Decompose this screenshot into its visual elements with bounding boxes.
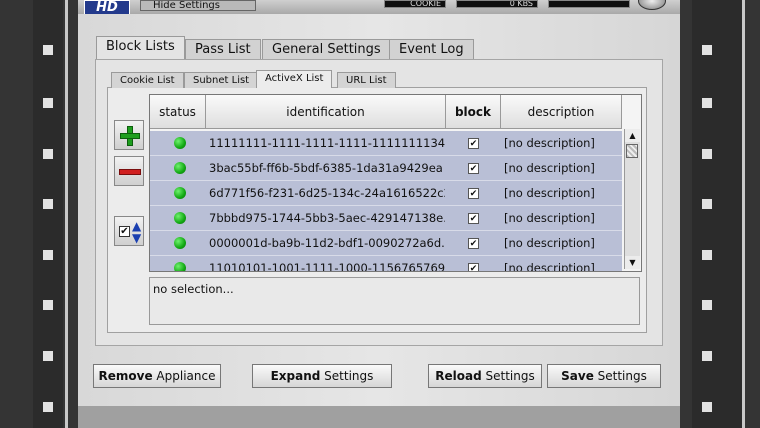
row-description: [no description] [504,136,595,150]
table-row[interactable]: 6d771f56-f231-6d25-134c-24a1616522c2 ✔ [… [150,181,622,206]
toggle-block-button[interactable]: ✔ ▲ ▼ [114,216,144,246]
remove-appliance-button[interactable]: Remove Appliance [93,364,221,388]
activex-table: status identification block description … [149,94,642,272]
block-checkbox[interactable]: ✔ [468,138,479,149]
row-description: [no description] [504,261,595,272]
status-ok-icon [174,162,186,174]
row-description: [no description] [504,161,595,175]
table-row[interactable]: 11111111-1111-1111-1111-1111111134... ✔ … [150,131,622,156]
meter-3 [548,0,630,8]
row-identification: 11010101-1001-1111-1000-1156765769... [209,261,445,272]
table-row[interactable]: 0000001d-ba9b-11d2-bdf1-0090272a6d... ✔ … [150,231,622,256]
minus-icon [119,169,141,175]
table-row[interactable]: 7bbbd975-1744-5bb3-5aec-429147138e... ✔ … [150,206,622,231]
status-ok-icon [174,237,186,249]
block-checkbox[interactable]: ✔ [468,213,479,224]
row-identification: 3bac55bf-ff6b-5bdf-6385-1da31a9429ea [209,161,443,175]
status-ok-icon [174,137,186,149]
row-description: [no description] [504,236,595,250]
status-ok-icon [174,187,186,199]
row-identification: 6d771f56-f231-6d25-134c-24a1616522c2 [209,186,445,200]
tab-general-settings[interactable]: General Settings [262,39,391,59]
table-header: status identification block description [150,95,622,129]
col-block[interactable]: block [446,95,501,129]
row-identification: 0000001d-ba9b-11d2-bdf1-0090272a6d... [209,236,445,250]
table-row[interactable]: 3bac55bf-ff6b-5bdf-6385-1da31a9429ea ✔ [… [150,156,622,181]
col-status[interactable]: status [150,95,206,129]
selection-detail: no selection... [149,277,640,325]
block-checkbox[interactable]: ✔ [468,238,479,249]
tab-event-log[interactable]: Event Log [389,39,474,59]
film-rail-left [0,0,78,428]
up-down-arrows-icon: ▲ ▼ [132,219,142,245]
col-description[interactable]: description [501,95,622,129]
bottom-strip [78,406,680,428]
block-checkbox[interactable]: ✔ [468,163,479,174]
expand-settings-button[interactable]: Expand Settings [252,364,392,388]
meter-rate: 0 KBS [456,0,538,8]
tab-pass-list[interactable]: Pass List [185,39,261,59]
add-entry-button[interactable] [114,120,144,150]
row-identification: 7bbbd975-1744-5bb3-5aec-429147138e... [209,211,445,225]
row-description: [no description] [504,186,595,200]
tab-block-lists[interactable]: Block Lists [96,36,185,59]
save-settings-button[interactable]: Save Settings [547,364,661,388]
table-scrollbar[interactable]: ▲ ▼ [624,129,640,269]
status-ok-icon [174,212,186,224]
hide-settings-button[interactable]: Hide Settings [140,0,256,11]
scroll-up-icon[interactable]: ▲ [625,129,640,142]
film-rail-right [680,0,760,428]
scroll-down-icon[interactable]: ▼ [625,256,640,269]
subtab-cookie-list[interactable]: Cookie List [111,72,184,88]
meter-cookie: COOKIE [384,0,446,8]
block-checkbox[interactable]: ✔ [468,188,479,199]
subtab-activex-list[interactable]: ActiveX List [256,70,333,88]
remove-entry-button[interactable] [114,156,144,186]
reload-settings-button[interactable]: Reload Settings [428,364,542,388]
scroll-thumb[interactable] [626,144,638,158]
checkbox-icon: ✔ [119,226,130,237]
col-identification[interactable]: identification [206,95,446,129]
subtab-url-list[interactable]: URL List [337,72,396,88]
row-description: [no description] [504,211,595,225]
subtab-subnet-list[interactable]: Subnet List [184,72,259,88]
table-row[interactable]: 11010101-1001-1111-1000-1156765769... ✔ … [150,256,622,272]
status-ok-icon [174,262,186,271]
row-identification: 11111111-1111-1111-1111-1111111134... [209,136,445,150]
block-checkbox[interactable]: ✔ [468,263,479,271]
